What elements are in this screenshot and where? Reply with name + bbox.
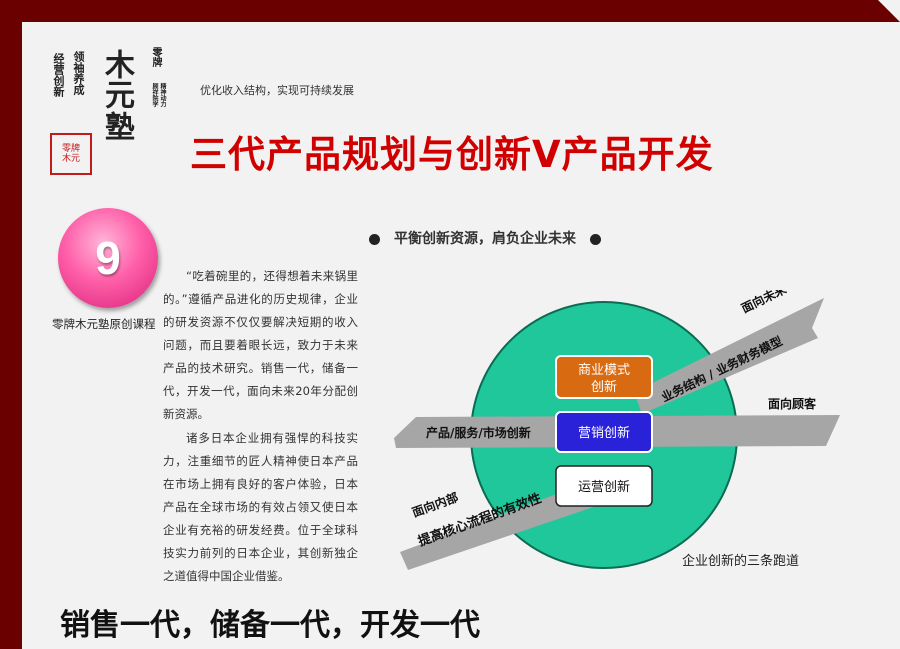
paragraph-2: 诸多日本企业拥有强悍的科技实力，注重细节的匠人精神使日本产品在市场上拥有良好的客… [163,431,358,583]
bullet-icon [369,233,380,245]
footer-tagline: 销售一代，储备一代，开发一代 [60,608,480,643]
logo-left-col: 经营创新 [52,53,65,97]
page-title: 三代产品规划与创新V产品开发 [190,133,714,176]
lesson-number: 9 [95,232,121,284]
box-operations-text: 运营创新 [578,479,630,495]
course-series-label: 零牌木元塾原创课程 [52,317,156,331]
logo-mid-col: 领袖养成 [72,51,85,95]
logo-right-col: 零牌 [150,47,161,67]
innovation-diagram: 商业模式 创新 营销创新 运营创新 面向未来 业务结构 / 业务财务模型 面向顾… [394,290,840,570]
logo-char-2: 塾 [99,111,134,141]
seal-icon: 零牌木元 [50,133,92,175]
logo-char-1: 木元 [99,49,134,109]
arrow-internal-label: 面向内部 [410,489,460,520]
logo: 经营创新 领袖养成 木元 塾 零牌 顾祥院学 精神动力 零牌木元 [50,45,170,175]
seal-text: 零牌木元 [61,144,80,164]
section-heading-text: 平衡创新资源，肩负企业未来 [394,231,576,247]
body-text: “吃着碗里的，还得想着未来锅里的。”遵循产品进化的历史规律，企业的研发资源不仅仅… [163,265,358,588]
arrow-future-label: 面向未来 [739,290,790,316]
box-business-model-line2: 创新 [591,379,617,395]
paragraph-1: “吃着碗里的，还得想着未来锅里的。”遵循产品进化的历史规律，企业的研发资源不仅仅… [163,269,358,421]
box-marketing-text: 营销创新 [578,425,630,441]
diagram-caption: 企业创新的三条跑道 [682,554,800,569]
bullet-icon [590,233,601,245]
arrow-customer-text: 产品/服务/市场创新 [426,425,531,440]
section-heading: 平衡创新资源，肩负企业未来 [355,228,615,248]
page-subtitle: 优化收入结构，实现可持续发展 [200,84,354,97]
lesson-number-badge: 9 [58,208,158,308]
top-frame-bar [0,0,900,22]
box-business-model-line1: 商业模式 [578,363,630,378]
arrow-customer-label: 面向顾客 [768,396,817,411]
logo-tag-2: 精神动力 [159,83,166,107]
